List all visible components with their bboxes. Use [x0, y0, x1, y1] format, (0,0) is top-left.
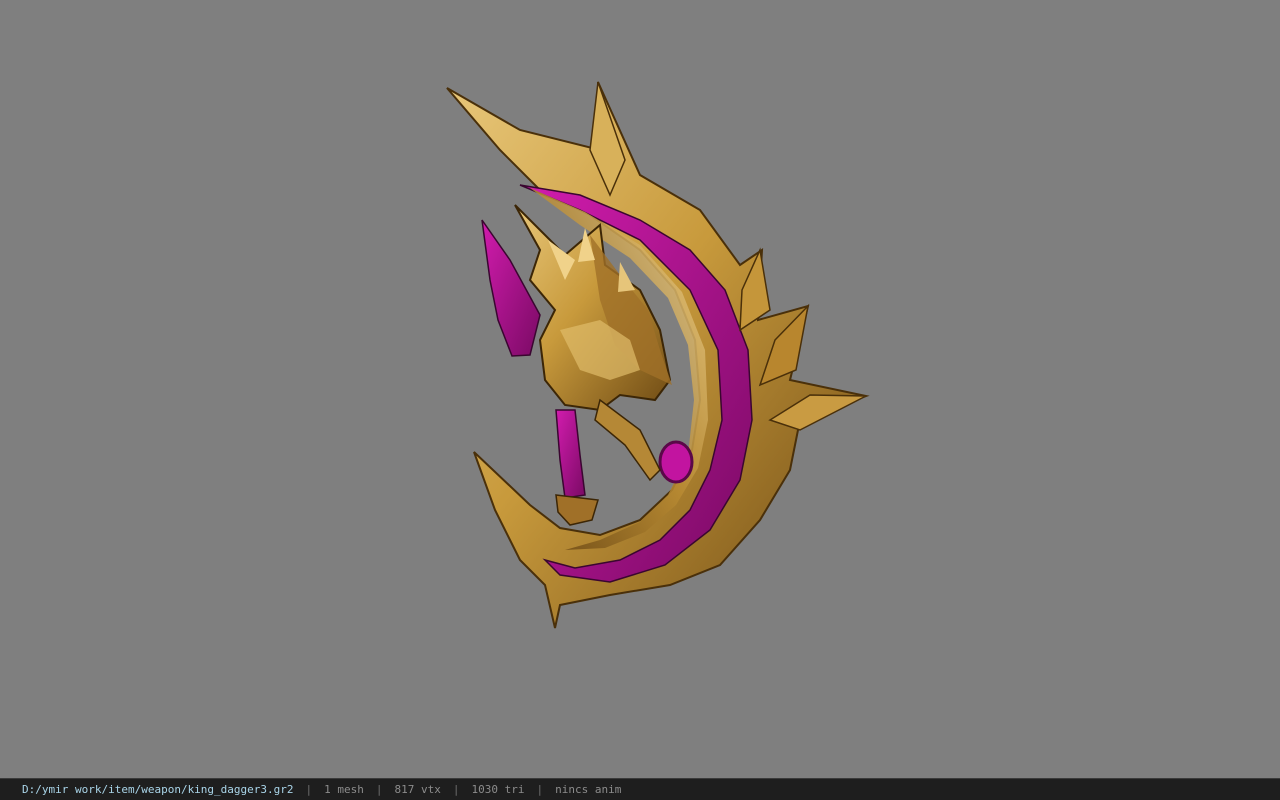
jewel: [658, 440, 694, 484]
guard-arm: [594, 398, 661, 482]
anim-status: nincs anim: [555, 783, 622, 796]
handle: [555, 409, 586, 499]
handle-pommel: [555, 494, 599, 526]
dagger-model[interactable]: [0, 0, 1280, 778]
mesh-count: 1 mesh: [324, 783, 364, 796]
separator: |: [536, 783, 544, 796]
separator: |: [305, 783, 313, 796]
separator: |: [375, 783, 383, 796]
model-viewport[interactable]: [0, 0, 1280, 778]
hilt-spike: [481, 219, 541, 357]
separator: |: [452, 783, 460, 796]
file-path: D:/ymir work/item/weapon/king_dagger3.gr…: [22, 783, 294, 796]
status-bar: D:/ymir work/item/weapon/king_dagger3.gr…: [0, 778, 1280, 800]
vertex-count: 817 vtx: [394, 783, 441, 796]
triangle-count: 1030 tri: [471, 783, 525, 796]
